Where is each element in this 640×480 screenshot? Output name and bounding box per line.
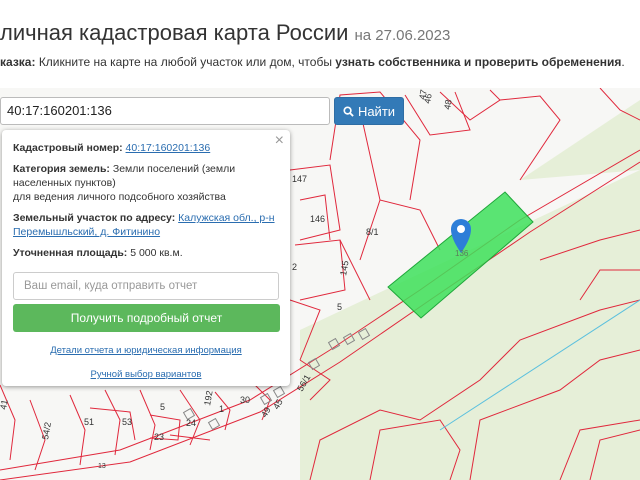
get-report-button[interactable]: Получить подробный отчет xyxy=(13,304,280,332)
map-label: 2 xyxy=(292,262,297,272)
hint-text: казка: Кликните на карте на любой участо… xyxy=(0,55,625,69)
area-row: Уточненная площадь: 5 000 кв.м. xyxy=(13,247,183,259)
parcel-info-panel: × Кадастровый номер: 40:17:160201:136 Ка… xyxy=(2,130,290,386)
map-label: 147 xyxy=(292,174,307,184)
map-label: 8/1 xyxy=(366,227,379,237)
address-row: Земельный участок по адресу: Калужская о… xyxy=(13,212,275,238)
map-label: 41 xyxy=(0,399,10,411)
map-label: 136 xyxy=(455,249,469,258)
find-button[interactable]: Найти xyxy=(334,97,404,125)
map-label: 24 xyxy=(186,418,196,428)
close-icon[interactable]: × xyxy=(275,132,284,150)
land-category-row: Категория земель: Земли поселений (земли… xyxy=(13,163,236,189)
map-label: 30 xyxy=(240,395,250,405)
find-button-label: Найти xyxy=(357,103,396,119)
map-label: 23 xyxy=(154,432,164,442)
map-label: 5 xyxy=(337,302,342,312)
map-label: 48 xyxy=(442,99,454,111)
manual-selection-link[interactable]: Ручной выбор вариантов xyxy=(13,369,279,380)
map-label: 146 xyxy=(310,214,325,224)
map-label: 46 xyxy=(422,93,434,105)
land-usage: для ведения личного подсобного хозяйства xyxy=(13,191,226,203)
map-label: 53 xyxy=(122,417,132,427)
map-label: 1 xyxy=(219,404,224,414)
search-icon xyxy=(343,105,354,117)
page-header: личная кадастровая карта России на 27.06.… xyxy=(0,0,640,88)
cadastral-number-link[interactable]: 40:17:160201:136 xyxy=(126,142,211,154)
page-title: личная кадастровая карта России на 27.06.… xyxy=(0,20,451,45)
cadastral-search-input[interactable]: 40:17:160201:136 xyxy=(0,97,330,125)
email-field[interactable]: Ваш email, куда отправить отчет xyxy=(13,272,279,300)
map-label: 5 xyxy=(160,402,165,412)
report-details-link[interactable]: Детали отчета и юридическая информация xyxy=(13,345,279,356)
map-label: 51 xyxy=(84,417,94,427)
cadastral-number-row: Кадастровый номер: 40:17:160201:136 xyxy=(13,142,211,154)
date-label: на 27.06.2023 xyxy=(354,27,451,44)
map-label: 13 xyxy=(98,463,106,470)
